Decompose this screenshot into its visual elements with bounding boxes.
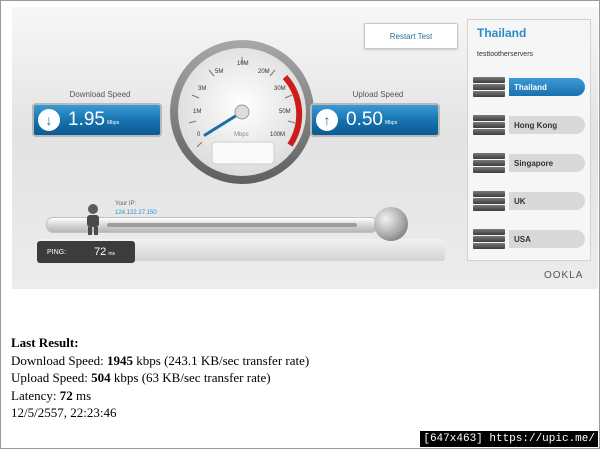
result-upload-prefix: Upload Speed:	[11, 370, 92, 385]
globe-icon	[374, 207, 408, 241]
result-download-value: 1945	[107, 352, 134, 368]
gauge-unit: Mbps	[234, 132, 249, 138]
server-rack-icon	[471, 228, 507, 250]
gauge-label-1m: 1M	[193, 109, 202, 115]
upload-speed-box: Upload Speed ↑ 0.50 Mbps	[310, 89, 446, 143]
result-latency-line: Latency: 72 ms	[11, 387, 309, 405]
result-latency-suffix: ms	[72, 387, 92, 403]
gauge-label-3m: 3M	[198, 86, 207, 92]
server-item-usa[interactable]: USA	[471, 227, 587, 251]
person-icon	[87, 204, 99, 235]
gauge-label-20m: 20M	[258, 69, 270, 75]
server-rack-icon	[471, 114, 507, 136]
ip-value: 124.122.27.150	[115, 210, 157, 216]
upload-unit: Mbps	[384, 120, 398, 126]
gauge-dial	[170, 40, 314, 184]
gauge-label-30m: 30M	[274, 86, 286, 92]
result-download-prefix: Download Speed:	[11, 352, 108, 368]
result-download-suffix: kbps (243.1 KB/sec transfer rate)	[133, 352, 310, 368]
server-item-singapore[interactable]: Singapore	[471, 151, 587, 175]
ping-box: PING: 72 ms	[37, 241, 135, 263]
download-value: 1.95	[68, 109, 105, 130]
gauge-label-100m: 100M	[270, 132, 286, 138]
result-upload-value: 504	[91, 370, 111, 385]
result-heading: Last Result:	[11, 335, 79, 350]
gauge-label-5m: 5M	[215, 69, 224, 75]
result-datetime: 12/5/2557, 22:23:46	[11, 405, 117, 420]
arrow-up-icon: ↑	[316, 109, 338, 131]
download-speed-box: Download Speed ↓ 1.95 Mbps	[32, 89, 168, 143]
download-panel: ↓ 1.95 Mbps	[32, 103, 162, 137]
ping-caption: PING:	[47, 248, 67, 256]
gauge-label-0: 0	[197, 132, 201, 138]
result-latency-prefix: Latency:	[11, 387, 60, 403]
server-label: Singapore	[509, 154, 585, 172]
ping-unit: ms	[108, 250, 115, 257]
server-label: USA	[509, 230, 585, 248]
download-caption: Download Speed	[69, 90, 131, 99]
server-rack-icon	[471, 76, 507, 98]
progress-track-inner	[107, 223, 357, 227]
server-item-thailand[interactable]: Thailand	[471, 75, 587, 99]
page-frame: Restart Test Download Speed ↓ 1.95 Mbps	[0, 0, 600, 449]
arrow-down-icon: ↓	[38, 109, 60, 131]
server-label: UK	[509, 192, 585, 210]
last-result: Last Result: Download Speed: 1945 kbps (…	[11, 334, 309, 422]
server-rack-icon	[471, 152, 507, 174]
restart-test-button[interactable]: Restart Test	[364, 23, 458, 49]
upload-caption: Upload Speed	[352, 90, 404, 99]
server-label: Thailand	[509, 78, 585, 96]
upload-panel: ↑ 0.50 Mbps	[310, 103, 440, 137]
result-latency-value: 72	[59, 387, 73, 403]
gauge-label-10m: 10M	[237, 61, 249, 67]
speed-gauge: 0 1M 3M 5M 10M 20M 30M 50M 100M Mbps	[167, 37, 317, 187]
upload-value: 0.50	[346, 109, 383, 130]
server-rack-icon	[471, 190, 507, 212]
ip-caption: Your IP:	[115, 201, 137, 207]
speedtest-widget: Restart Test Download Speed ↓ 1.95 Mbps	[12, 7, 598, 289]
server-item-uk[interactable]: UK	[471, 189, 587, 213]
server-item-hong-kong[interactable]: Hong Kong	[471, 113, 587, 137]
ping-value: 72	[94, 246, 107, 258]
server-panel: Thailand testtootherservers Thailand Hon…	[467, 19, 591, 261]
server-country: Thailand	[477, 26, 527, 40]
result-download-line: Download Speed: 1945 kbps (243.1 KB/sec …	[11, 352, 309, 370]
download-unit: Mbps	[106, 120, 120, 126]
ookla-logo: OOKLA	[544, 270, 584, 281]
server-label: Hong Kong	[509, 116, 585, 134]
result-upload-line: Upload Speed: 504 kbps (63 KB/sec transf…	[11, 369, 309, 387]
image-size-stamp: [647x463] https://upic.me/	[420, 431, 598, 447]
result-upload-suffix: kbps (63 KB/sec transfer rate)	[110, 370, 271, 385]
server-subtitle: testtootherservers	[477, 51, 534, 58]
gauge-label-50m: 50M	[279, 109, 291, 115]
